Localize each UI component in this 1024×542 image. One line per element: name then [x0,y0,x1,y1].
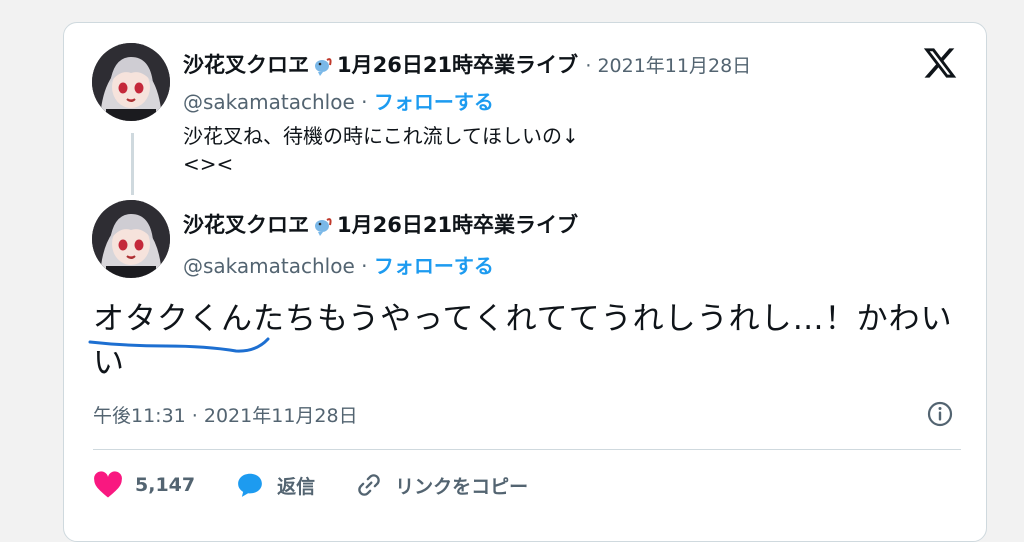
heart-icon [94,471,122,498]
orca-emoji-icon [315,58,332,76]
main-handle-line: @sakamatachloe · フォローする [183,250,494,279]
user-handle[interactable]: @sakamatachloe · [183,90,367,114]
reply-bubble-icon [238,473,262,497]
reply-label: 返信 [277,475,316,498]
info-icon[interactable] [925,399,955,429]
x-logo-icon[interactable] [922,45,958,81]
avatar-illustration-icon [92,200,170,278]
orca-emoji-icon [315,218,332,236]
copy-link-button[interactable]: リンクをコピー [355,471,528,499]
divider [93,449,961,450]
display-name[interactable]: 沙花叉クロヱ [183,213,309,237]
handwritten-underline [88,337,270,353]
name-suffix: 1月26日21時卒業ライブ [337,53,579,77]
like-count: 5,147 [135,474,196,496]
parent-name-line[interactable]: 沙花叉クロヱ 1月26日21時卒業ライブ · 2021年11月28日 [183,49,751,79]
display-name[interactable]: 沙花叉クロヱ [183,53,309,77]
link-icon [358,474,380,496]
parent-text-line-1: 沙花叉ね、待機の時にこれ流してほしいの↓ [183,124,579,148]
follow-button[interactable]: フォローする [374,254,494,278]
avatar-illustration-icon [92,43,170,121]
action-bar: 5,147 返信 リンクをコピー [93,468,568,502]
avatar[interactable] [92,43,170,121]
avatar[interactable] [92,200,170,278]
main-name-line[interactable]: 沙花叉クロヱ 1月26日21時卒業ライブ [183,209,578,239]
thread-connector [131,133,134,195]
copy-link-label: リンクをコピー [395,475,529,498]
name-suffix: 1月26日21時卒業ライブ [337,213,579,237]
user-handle[interactable]: @sakamatachloe · [183,254,367,278]
follow-button[interactable]: フォローする [374,90,494,114]
post-date[interactable]: · 2021年11月28日 [585,55,751,77]
like-button[interactable]: 5,147 [93,471,195,499]
parent-handle-line: @sakamatachloe · フォローする [183,86,494,115]
reply-button[interactable]: 返信 [235,470,315,500]
tweet-timestamp[interactable]: 午後11:31 · 2021年11月28日 [93,401,358,428]
parent-text-line-2: <>< [183,152,234,176]
